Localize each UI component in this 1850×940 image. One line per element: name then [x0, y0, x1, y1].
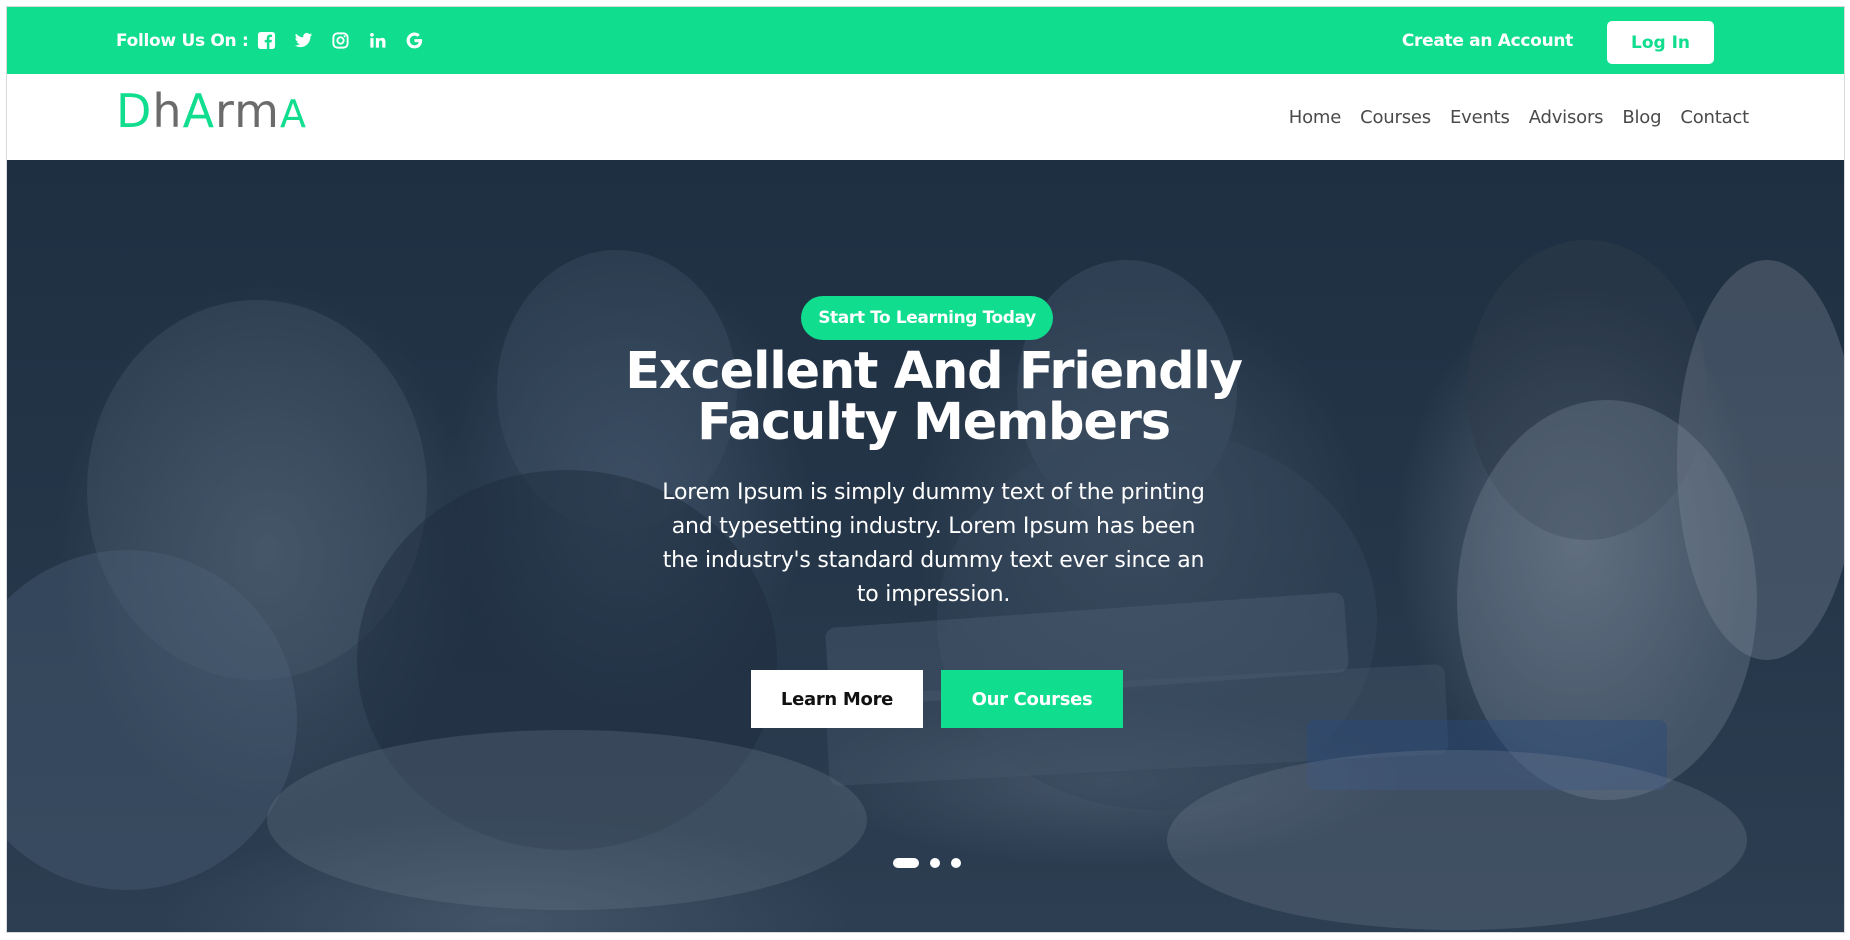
- nav-menu: Home Courses Events Advisors Blog Contac…: [1289, 74, 1749, 160]
- nav-item-courses[interactable]: Courses: [1360, 107, 1431, 128]
- logo-letter: h: [152, 84, 183, 138]
- our-courses-button[interactable]: Our Courses: [941, 670, 1123, 728]
- instagram-icon[interactable]: [331, 31, 350, 50]
- hero-description: Lorem Ipsum is simply dummy text of the …: [662, 480, 1205, 607]
- twitter-icon[interactable]: [294, 31, 313, 50]
- hero-badge: Start To Learning Today: [801, 296, 1053, 340]
- hero-content: Start To Learning Today Excellent And Fr…: [7, 160, 1844, 932]
- facebook-icon[interactable]: [257, 31, 276, 50]
- login-button[interactable]: Log In: [1607, 21, 1714, 64]
- slider-dot-active[interactable]: [893, 858, 919, 868]
- nav-item-blog[interactable]: Blog: [1622, 107, 1661, 128]
- nav-item-advisors[interactable]: Advisors: [1529, 107, 1604, 128]
- slider-dot[interactable]: [930, 858, 940, 868]
- main-navbar: DhArmA Home Courses Events Advisors Blog…: [7, 74, 1844, 160]
- logo-letter: A: [182, 84, 216, 138]
- google-icon[interactable]: [405, 31, 424, 50]
- linkedin-icon[interactable]: [368, 31, 387, 50]
- top-bar: Follow Us On : Create an Account Log In: [7, 7, 1844, 74]
- learn-more-button[interactable]: Learn More: [751, 670, 923, 728]
- follow-us: Follow Us On :: [116, 7, 424, 74]
- social-links: [257, 31, 424, 50]
- create-account-link[interactable]: Create an Account: [1402, 7, 1573, 74]
- logo-letter: D: [116, 84, 153, 138]
- hero-title: Excellent And Friendly Faculty Members: [625, 342, 1243, 452]
- slider-dot[interactable]: [951, 858, 961, 868]
- hero-slider: Start To Learning Today Excellent And Fr…: [7, 160, 1844, 932]
- logo-letter: A: [279, 92, 307, 136]
- slider-dots: [893, 858, 961, 868]
- logo-letter: m: [234, 84, 280, 138]
- nav-item-contact[interactable]: Contact: [1680, 107, 1749, 128]
- follow-us-label: Follow Us On :: [116, 30, 249, 51]
- browser-viewport: Follow Us On : Create an Account Log In …: [6, 6, 1845, 933]
- nav-item-events[interactable]: Events: [1450, 107, 1510, 128]
- nav-item-home[interactable]: Home: [1289, 107, 1342, 128]
- logo-letter: r: [215, 84, 235, 138]
- logo[interactable]: DhArmA: [116, 88, 307, 134]
